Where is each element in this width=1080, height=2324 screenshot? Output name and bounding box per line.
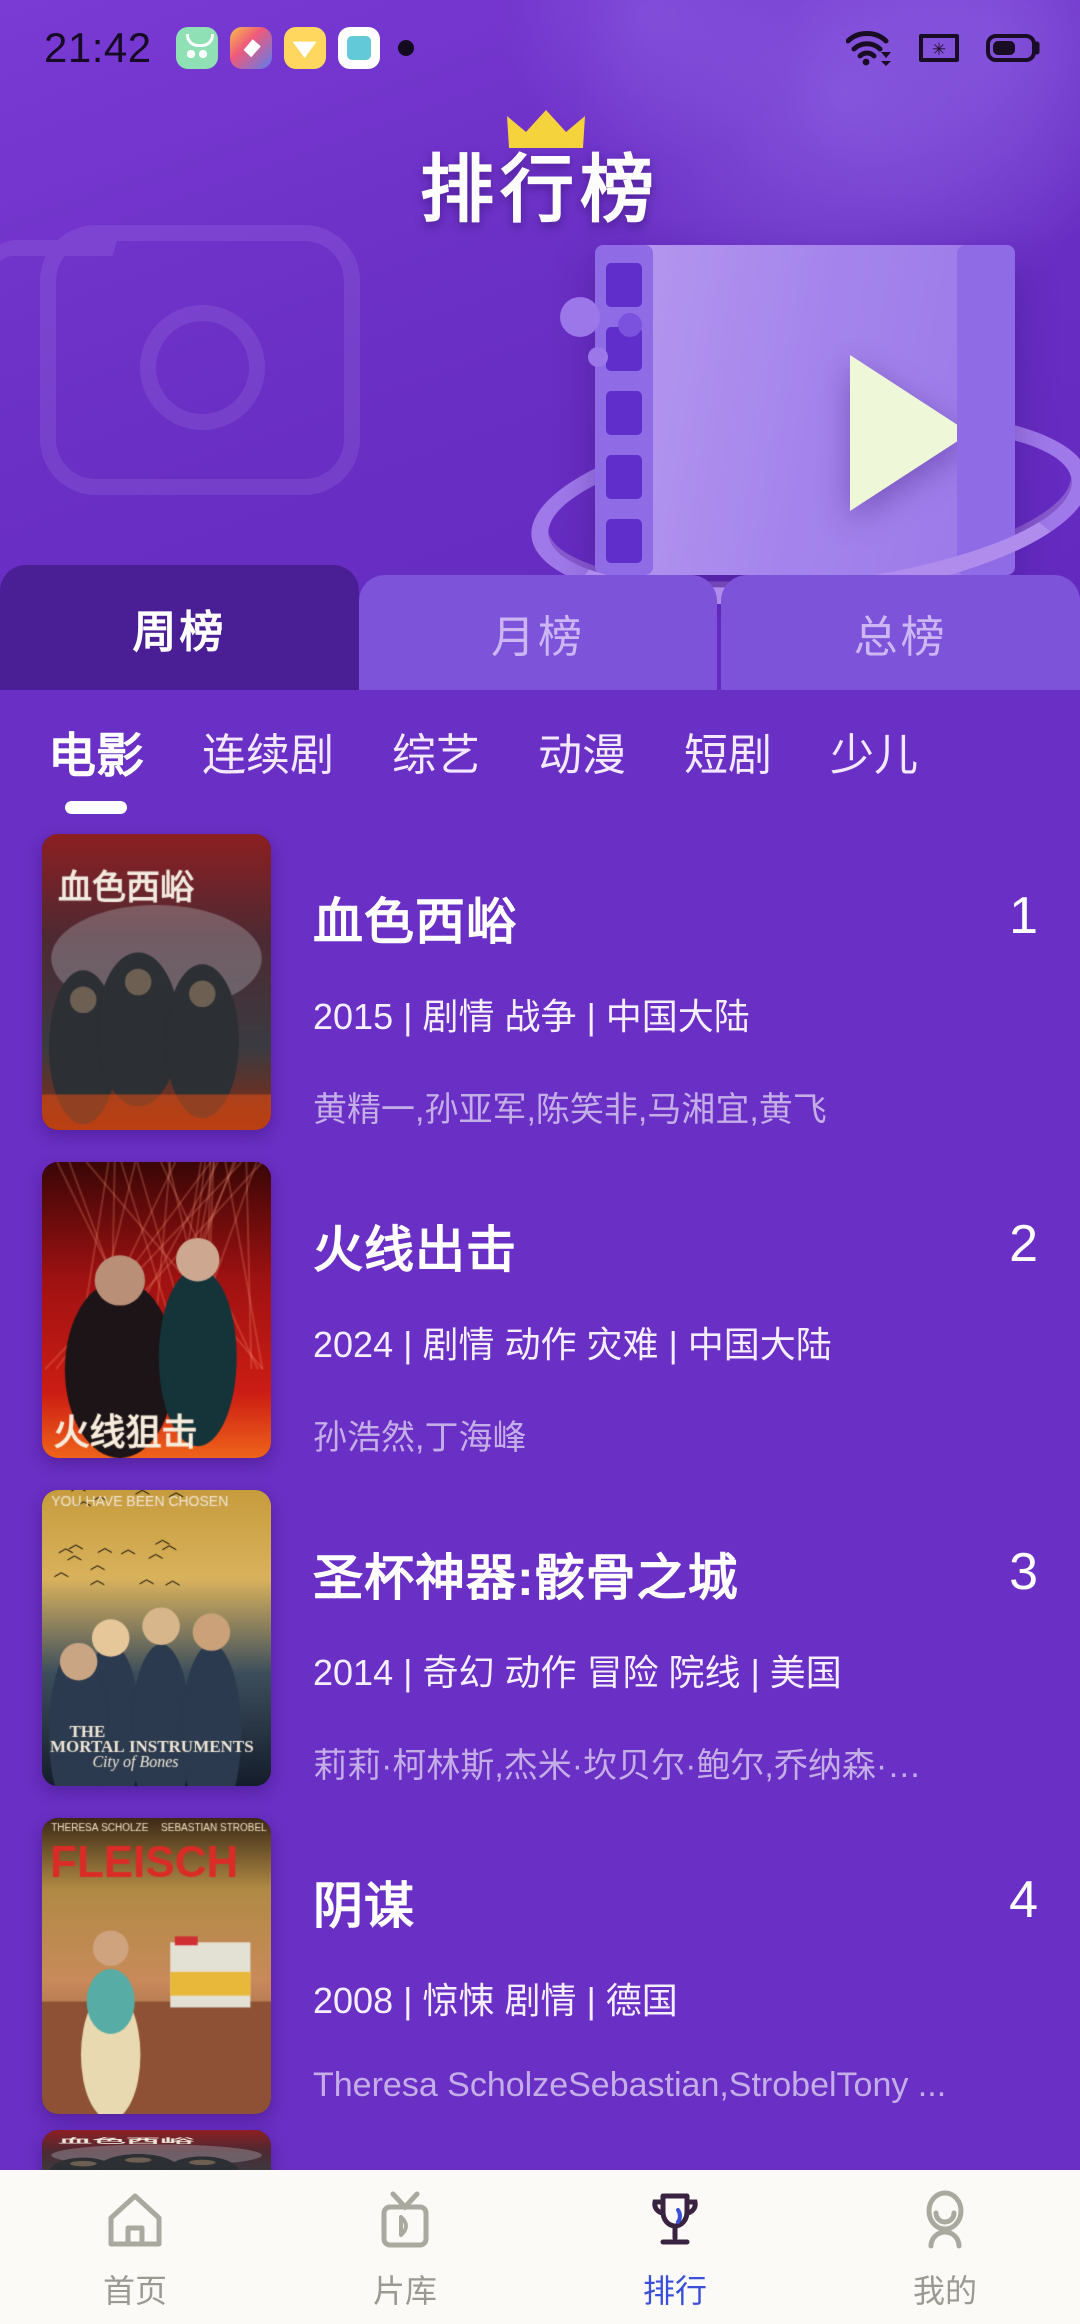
status-bar: 21:42 ✳: [0, 0, 1080, 96]
status-right-icons: ✳: [846, 30, 1042, 66]
item-title: 阴谋: [313, 1866, 948, 1938]
ranking-list[interactable]: 血色西峪 2015 | 剧情 战争 | 中国大陆 黄精一,孙亚军,陈笑非,马湘宜…: [0, 818, 1080, 2170]
category-tab-anime[interactable]: 动漫: [538, 719, 626, 789]
notification-dot-icon: [398, 40, 414, 56]
hero-header: 21:42 ✳ 排行榜 周榜 月榜 总榜: [0, 0, 1080, 690]
item-rank: 2: [948, 1162, 1038, 1274]
camera-watermark-icon: [0, 195, 390, 525]
item-info: 2015 | 剧情 战争 | 中国大陆: [313, 988, 948, 1040]
table-row[interactable]: 阴谋 2008 | 惊悚 剧情 | 德国 Theresa ScholzeSeba…: [0, 1802, 1080, 2130]
period-tabs: 周榜 月榜 总榜: [0, 565, 1080, 690]
nav-label-ranking: 排行: [643, 2266, 707, 2312]
category-tab-series[interactable]: 连续剧: [202, 719, 334, 789]
person-icon: [913, 2188, 977, 2252]
nav-item-profile[interactable]: 我的: [810, 2188, 1080, 2312]
item-rank: 4: [948, 1818, 1038, 1930]
nav-label-library: 片库: [373, 2266, 437, 2312]
item-meta: 血色西峪 2015 | 剧情 战争 | 中国大陆 黄精一,孙亚军,陈笑非,马湘宜…: [271, 834, 948, 1131]
appstore-icon: [176, 27, 218, 69]
battery-icon: [986, 33, 1042, 63]
table-row[interactable]: 血色西峪 2015 | 剧情 战争 | 中国大陆 黄精一,孙亚军,陈笑非,马湘宜…: [0, 818, 1080, 1146]
bottom-navigation: 首页 片库 排行 我的: [0, 2170, 1080, 2324]
item-title: 火线出击: [313, 1210, 948, 1282]
item-cast: 孙浩然,丁海峰: [313, 1410, 948, 1459]
table-row[interactable]: [0, 2130, 1080, 2170]
diamond-icon: [284, 27, 326, 69]
item-info: 2008 | 惊悚 剧情 | 德国: [313, 1972, 948, 2024]
category-tab-variety[interactable]: 综艺: [392, 719, 480, 789]
tab-weekly[interactable]: 周榜: [0, 565, 359, 690]
poster-thumbnail[interactable]: [42, 1162, 271, 1458]
nav-label-profile: 我的: [913, 2266, 977, 2312]
nav-label-home: 首页: [103, 2266, 167, 2312]
item-meta: 火线出击 2024 | 剧情 动作 灾难 | 中国大陆 孙浩然,丁海峰: [271, 1162, 948, 1459]
edit-icon: [230, 27, 272, 69]
table-row[interactable]: 火线出击 2024 | 剧情 动作 灾难 | 中国大陆 孙浩然,丁海峰 2: [0, 1146, 1080, 1474]
crown-icon: [503, 108, 589, 152]
home-icon: [103, 2188, 167, 2252]
trophy-icon: [643, 2188, 707, 2252]
item-meta: 阴谋 2008 | 惊悚 剧情 | 德国 Theresa ScholzeSeba…: [271, 1818, 948, 2105]
tv-icon: [373, 2188, 437, 2252]
nav-item-library[interactable]: 片库: [270, 2188, 540, 2312]
table-row[interactable]: 圣杯神器:骸骨之城 2014 | 奇幻 动作 冒险 院线 | 美国 莉莉·柯林斯…: [0, 1474, 1080, 1802]
category-tab-shortdrama[interactable]: 短剧: [684, 719, 772, 789]
poster-thumbnail[interactable]: [42, 1490, 271, 1786]
nav-item-home[interactable]: 首页: [0, 2188, 270, 2312]
status-clock: 21:42: [44, 24, 152, 72]
category-tab-kids[interactable]: 少儿: [830, 719, 918, 789]
item-meta: 圣杯神器:骸骨之城 2014 | 奇幻 动作 冒险 院线 | 美国 莉莉·柯林斯…: [271, 1490, 948, 1787]
item-title: 血色西峪: [313, 882, 948, 954]
category-tabs[interactable]: 电影 连续剧 综艺 动漫 短剧 少儿: [0, 690, 1080, 818]
item-info: 2024 | 剧情 动作 灾难 | 中国大陆: [313, 1316, 948, 1368]
poster-thumbnail[interactable]: [42, 2130, 271, 2170]
poster-thumbnail[interactable]: [42, 834, 271, 1130]
item-title: 圣杯神器:骸骨之城: [313, 1538, 948, 1610]
sim-card-off-icon: ✳: [918, 31, 960, 65]
page-title-area: 排行榜: [0, 130, 1080, 237]
tab-alltime[interactable]: 总榜: [721, 575, 1080, 690]
item-cast: 莉莉·柯林斯,杰米·坎贝尔·鲍尔,乔纳森·莱...: [313, 1738, 948, 1787]
item-info: 2014 | 奇幻 动作 冒险 院线 | 美国: [313, 1644, 948, 1696]
item-rank: 3: [948, 1490, 1038, 1602]
category-tab-movies[interactable]: 电影: [48, 716, 144, 792]
item-rank: 1: [948, 834, 1038, 946]
transfer-icon: [338, 27, 380, 69]
svg-text:✳: ✳: [932, 40, 946, 59]
tab-monthly[interactable]: 月榜: [359, 575, 718, 690]
status-app-icons: [176, 27, 414, 69]
film-strip-illustration-icon: [500, 235, 1080, 595]
item-cast: Theresa ScholzeSebastian,StrobelTony ...: [313, 2066, 948, 2105]
nav-item-ranking[interactable]: 排行: [540, 2188, 810, 2312]
poster-thumbnail[interactable]: [42, 1818, 271, 2114]
wifi-icon: [846, 30, 892, 66]
item-cast: 黄精一,孙亚军,陈笑非,马湘宜,黄飞: [313, 1082, 948, 1131]
app-root: 21:42 ✳ 排行榜 周榜 月榜 总榜 电影 连续剧 综艺 动漫 短剧 少儿 …: [0, 0, 1080, 2324]
